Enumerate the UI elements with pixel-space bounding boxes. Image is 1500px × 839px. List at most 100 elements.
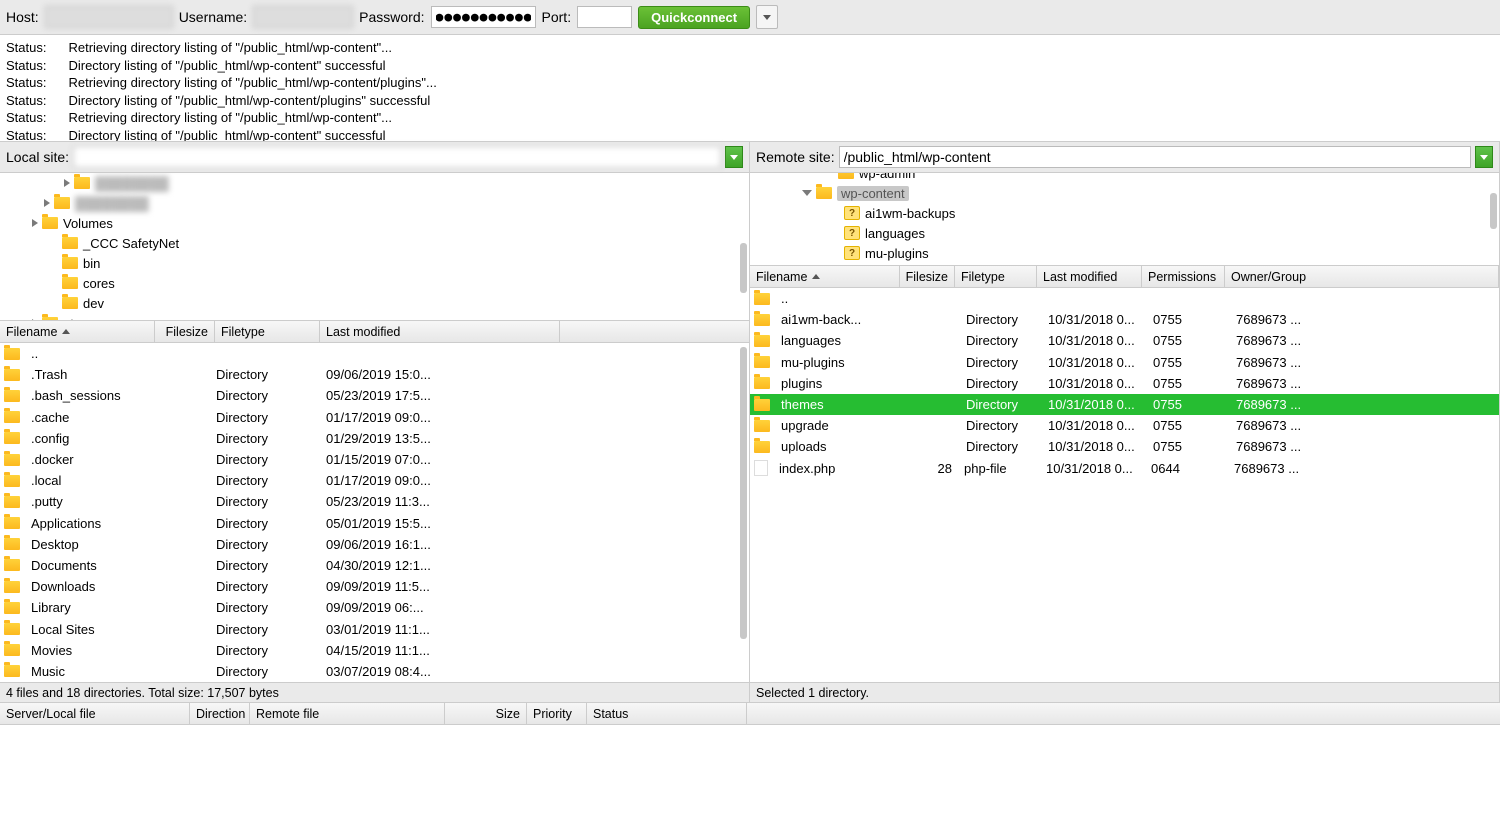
- list-item[interactable]: uploads Directory 10/31/2018 0... 0755 7…: [750, 436, 1499, 457]
- list-item[interactable]: .cache Directory 01/17/2019 09:0...: [0, 407, 749, 428]
- cell-lastmod: 10/31/2018 0...: [1042, 333, 1147, 348]
- list-item[interactable]: .docker Directory 01/15/2019 07:0...: [0, 449, 749, 470]
- folder-icon: [54, 197, 70, 209]
- cell-lastmod: 10/31/2018 0...: [1042, 312, 1147, 327]
- col-permissions: Permissions: [1148, 270, 1216, 284]
- disclosure-closed-icon[interactable]: [64, 179, 70, 187]
- list-item[interactable]: .config Directory 01/29/2019 13:5...: [0, 428, 749, 449]
- tree-item[interactable]: ████████: [0, 193, 749, 213]
- col-filename: Filename: [6, 325, 57, 339]
- log-label: Status:: [6, 57, 46, 75]
- cell-filetype: Directory: [960, 418, 1042, 433]
- list-item[interactable]: Downloads Directory 09/09/2019 11:5...: [0, 576, 749, 597]
- tree-item[interactable]: etc: [0, 313, 749, 321]
- list-item[interactable]: languages Directory 10/31/2018 0... 0755…: [750, 330, 1499, 351]
- cell-filename: ai1wm-back...: [775, 312, 905, 327]
- disclosure-closed-icon[interactable]: [32, 219, 38, 227]
- list-item[interactable]: Music Directory 03/07/2019 08:4...: [0, 661, 749, 682]
- tree-label: languages: [865, 226, 925, 241]
- tree-item[interactable]: dev: [0, 293, 749, 313]
- cell-permissions: 0755: [1147, 418, 1230, 433]
- cell-owner: 7689673 ...: [1230, 397, 1320, 412]
- local-status-bar: 4 files and 18 directories. Total size: …: [0, 682, 749, 702]
- host-input[interactable]: [45, 6, 173, 28]
- tree-item[interactable]: ?ai1wm-backups: [750, 203, 1499, 223]
- folder-icon: [754, 399, 770, 411]
- cell-filetype: Directory: [210, 537, 320, 552]
- queue-columns-header[interactable]: Server/Local file Direction Remote file …: [0, 703, 1500, 725]
- list-item[interactable]: themes Directory 10/31/2018 0... 0755 76…: [750, 394, 1499, 415]
- list-item[interactable]: .local Directory 01/17/2019 09:0...: [0, 470, 749, 491]
- remote-columns-header[interactable]: Filename Filesize Filetype Last modified…: [750, 266, 1499, 288]
- cell-filetype: Directory: [210, 558, 320, 573]
- log-label: Status:: [6, 92, 46, 110]
- tree-item[interactable]: ?mu-plugins: [750, 243, 1499, 263]
- col-size: Size: [496, 707, 520, 721]
- cell-lastmod: 10/31/2018 0...: [1042, 397, 1147, 412]
- list-item[interactable]: Local Sites Directory 03/01/2019 11:1...: [0, 618, 749, 639]
- cell-lastmod: 09/06/2019 16:1...: [320, 537, 520, 552]
- list-item[interactable]: index.php 28 php-file 10/31/2018 0... 06…: [750, 458, 1499, 479]
- tree-item[interactable]: _CCC SafetyNet: [0, 233, 749, 253]
- local-tree[interactable]: ████████████████Volumes_CCC SafetyNetbin…: [0, 173, 749, 321]
- list-item[interactable]: Library Directory 09/09/2019 06:...: [0, 597, 749, 618]
- list-item[interactable]: Desktop Directory 09/06/2019 16:1...: [0, 534, 749, 555]
- password-input[interactable]: [431, 6, 536, 28]
- tree-item[interactable]: ████████: [0, 173, 749, 193]
- port-input[interactable]: [577, 6, 632, 28]
- remote-file-list[interactable]: .. ai1wm-back... Directory 10/31/2018 0.…: [750, 288, 1499, 682]
- username-input[interactable]: [253, 6, 353, 28]
- log-label: Status:: [6, 109, 46, 127]
- list-item[interactable]: ai1wm-back... Directory 10/31/2018 0... …: [750, 309, 1499, 330]
- folder-icon: [4, 432, 20, 444]
- remote-site-input[interactable]: [839, 146, 1471, 168]
- transfer-queue[interactable]: [0, 725, 1500, 839]
- message-log: Status: Retrieving directory listing of "…: [0, 34, 1500, 142]
- list-item[interactable]: Documents Directory 04/30/2019 12:1...: [0, 555, 749, 576]
- remote-site-dropdown[interactable]: [1475, 146, 1493, 168]
- scrollbar[interactable]: [740, 243, 747, 293]
- cell-filename: ..: [775, 291, 905, 306]
- disclosure-closed-icon[interactable]: [32, 319, 38, 321]
- tree-item[interactable]: bin: [0, 253, 749, 273]
- disclosure-open-icon[interactable]: [802, 190, 812, 196]
- cell-filename: .putty: [25, 494, 210, 509]
- cell-filename: .Trash: [25, 367, 210, 382]
- list-item[interactable]: Movies Directory 04/15/2019 11:1...: [0, 640, 749, 661]
- local-file-list[interactable]: .. .Trash Directory 09/06/2019 15:0... .…: [0, 343, 749, 682]
- local-site-input[interactable]: [73, 146, 721, 168]
- chevron-down-icon: [730, 155, 738, 160]
- disclosure-closed-icon[interactable]: [44, 199, 50, 207]
- list-item[interactable]: .bash_sessions Directory 05/23/2019 17:5…: [0, 385, 749, 406]
- folder-icon: [816, 187, 832, 199]
- cell-filetype: Directory: [210, 600, 320, 615]
- folder-icon: [4, 369, 20, 381]
- tree-item[interactable]: ?languages: [750, 223, 1499, 243]
- list-item[interactable]: plugins Directory 10/31/2018 0... 0755 7…: [750, 373, 1499, 394]
- remote-tree[interactable]: wp-adminwp-content?ai1wm-backups?languag…: [750, 173, 1499, 266]
- port-label: Port:: [542, 9, 572, 25]
- scrollbar[interactable]: [1490, 193, 1497, 229]
- list-item[interactable]: .Trash Directory 09/06/2019 15:0...: [0, 364, 749, 385]
- cell-permissions: 0755: [1147, 397, 1230, 412]
- tree-item[interactable]: cores: [0, 273, 749, 293]
- log-message: Retrieving directory listing of "/public…: [68, 109, 392, 127]
- list-item[interactable]: ..: [0, 343, 749, 364]
- cell-filename: .cache: [25, 410, 210, 425]
- list-item[interactable]: mu-plugins Directory 10/31/2018 0... 075…: [750, 352, 1499, 373]
- quickconnect-dropdown-button[interactable]: [756, 5, 778, 29]
- folder-icon: [4, 517, 20, 529]
- quickconnect-button[interactable]: Quickconnect: [638, 6, 750, 29]
- list-item[interactable]: .putty Directory 05/23/2019 11:3...: [0, 491, 749, 512]
- tree-item[interactable]: Volumes: [0, 213, 749, 233]
- tree-item[interactable]: wp-admin: [750, 173, 1499, 183]
- cell-permissions: 0755: [1147, 439, 1230, 454]
- list-item[interactable]: ..: [750, 288, 1499, 309]
- cell-lastmod: 03/07/2019 08:4...: [320, 664, 520, 679]
- list-item[interactable]: Applications Directory 05/01/2019 15:5..…: [0, 513, 749, 534]
- scrollbar[interactable]: [740, 347, 747, 639]
- list-item[interactable]: upgrade Directory 10/31/2018 0... 0755 7…: [750, 415, 1499, 436]
- tree-item[interactable]: wp-content: [750, 183, 1499, 203]
- local-site-dropdown[interactable]: [725, 146, 743, 168]
- local-columns-header[interactable]: Filename Filesize Filetype Last modified: [0, 321, 749, 343]
